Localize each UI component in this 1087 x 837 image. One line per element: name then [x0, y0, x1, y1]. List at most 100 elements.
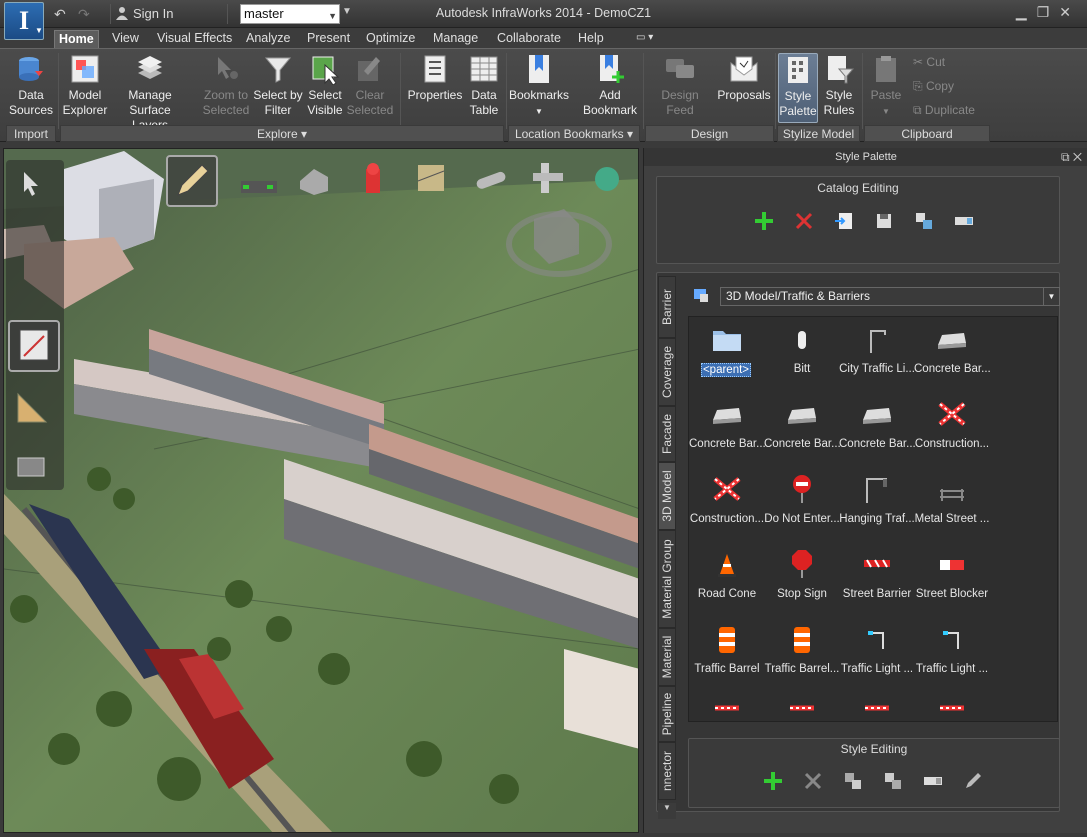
- tab-pipeline[interactable]: Pipeline: [658, 686, 676, 742]
- measure-tool-button[interactable]: [8, 320, 60, 372]
- style-item[interactable]: Construction...: [914, 392, 989, 467]
- close-icon[interactable]: ✕: [1059, 4, 1081, 20]
- tab-coverage[interactable]: Coverage: [658, 338, 676, 406]
- cut-button[interactable]: ✂ Cut: [913, 55, 945, 69]
- close-icon[interactable]: ⧉ ✕: [1061, 148, 1082, 166]
- panel-location-bookmarks[interactable]: Location Bookmarks ▾: [508, 125, 640, 142]
- copy-button[interactable]: ⎘ Copy: [913, 79, 954, 94]
- data-sources-button[interactable]: Data Sources: [8, 53, 54, 118]
- undo-icon[interactable]: ↶: [54, 5, 66, 23]
- zoom-to-selected-button[interactable]: Zoom to Selected: [200, 53, 252, 118]
- delete-style-icon[interactable]: [803, 771, 823, 791]
- coverage-tool-icon[interactable]: [414, 161, 450, 200]
- road-tool-icon[interactable]: [239, 163, 279, 202]
- save-icon[interactable]: [874, 211, 894, 231]
- style-rules-button[interactable]: Style Rules: [820, 53, 858, 118]
- style-item[interactable]: Street Blocker: [914, 542, 988, 617]
- tab-present[interactable]: Present: [303, 30, 354, 48]
- duplicate-style-icon[interactable]: [883, 771, 903, 791]
- style-item[interactable]: Concrete Bar...: [764, 392, 840, 467]
- tab-collaborate[interactable]: Collaborate: [493, 30, 565, 48]
- style-item[interactable]: Traffic Light ...: [914, 617, 988, 692]
- style-item[interactable]: Street Barrier: [839, 542, 913, 617]
- style-item[interactable]: Do Not Enter...: [764, 467, 840, 542]
- restore-icon[interactable]: ❐: [1037, 4, 1060, 20]
- properties-button[interactable]: Properties: [406, 53, 464, 103]
- redo-icon[interactable]: ↷: [78, 5, 90, 23]
- style-item[interactable]: Stop Sign: [764, 542, 838, 617]
- style-item[interactable]: <parent>: [689, 317, 763, 392]
- style-item[interactable]: Construction...: [689, 467, 764, 542]
- style-item[interactable]: Traffic Barrel: [689, 617, 763, 692]
- sign-in-button[interactable]: Sign In: [110, 4, 228, 24]
- style-item[interactable]: Hanging Traf...: [839, 467, 915, 542]
- tab-analyze[interactable]: Analyze: [242, 30, 294, 48]
- tab-visual-effects[interactable]: Visual Effects: [153, 30, 236, 48]
- category-select[interactable]: 3D Model/Traffic & Barriers ▼: [720, 287, 1060, 306]
- tab-facade[interactable]: Facade: [658, 406, 676, 462]
- fire-hydrant-icon[interactable]: [356, 161, 392, 204]
- tab-view[interactable]: View: [108, 30, 143, 48]
- tab-optimize[interactable]: Optimize: [362, 30, 419, 48]
- rename-icon[interactable]: [954, 211, 974, 231]
- model-explorer-button[interactable]: Model Explorer: [62, 53, 108, 118]
- style-item[interactable]: Traffic Light ...: [839, 617, 913, 692]
- add-style-icon[interactable]: [763, 771, 783, 791]
- minimize-icon[interactable]: ▁: [1016, 4, 1037, 20]
- triangle-ruler-icon[interactable]: [14, 390, 50, 429]
- sketch-tool-button[interactable]: [166, 155, 218, 207]
- add-bookmark-button[interactable]: Add Bookmark: [580, 53, 640, 118]
- tab-home[interactable]: Home: [54, 30, 99, 48]
- clear-selected-button[interactable]: Clear Selected: [346, 53, 394, 118]
- duplicate-button[interactable]: ⧉ Duplicate: [913, 103, 975, 118]
- tab-material-group[interactable]: Material Group: [658, 530, 676, 628]
- style-item[interactable]: City Traffic Li...: [839, 317, 915, 392]
- tab-manage[interactable]: Manage: [429, 30, 482, 48]
- style-item-partial[interactable]: [914, 692, 988, 721]
- paste-button[interactable]: Paste ▼: [866, 53, 906, 119]
- import-icon[interactable]: [834, 211, 854, 231]
- pipeline-tool-icon[interactable]: [472, 163, 512, 202]
- display-icon[interactable]: [14, 452, 50, 485]
- style-item-partial[interactable]: [689, 692, 763, 721]
- edit-style-icon[interactable]: [963, 771, 983, 791]
- style-item[interactable]: Road Cone: [689, 542, 763, 617]
- proposals-button[interactable]: Proposals: [716, 53, 772, 103]
- 3d-viewport[interactable]: [3, 148, 639, 833]
- style-item[interactable]: Bitt: [764, 317, 838, 392]
- pipe-connector-icon[interactable]: [529, 159, 569, 202]
- delete-icon[interactable]: [794, 211, 814, 231]
- data-table-button[interactable]: Data Table: [466, 53, 502, 118]
- style-palette-button[interactable]: Style Palette: [778, 53, 818, 123]
- green-tool-icon[interactable]: [589, 161, 625, 200]
- ribbon-options-icon[interactable]: ▭ ▾: [632, 30, 657, 48]
- tabs-scroll-down-icon[interactable]: ▼: [658, 803, 676, 819]
- style-item[interactable]: Metal Street ...: [914, 467, 989, 542]
- style-item[interactable]: Concrete Bar...: [914, 317, 990, 392]
- style-item-partial[interactable]: [839, 692, 913, 721]
- style-item[interactable]: Concrete Bar...: [839, 392, 915, 467]
- app-menu-button[interactable]: I ▼: [4, 2, 44, 40]
- add-icon[interactable]: [754, 211, 774, 231]
- select-visible-button[interactable]: Select Visible: [304, 53, 346, 118]
- style-item-partial[interactable]: [764, 692, 838, 721]
- select-by-filter-button[interactable]: Select by Filter: [253, 53, 303, 118]
- copy-style-icon[interactable]: [914, 211, 934, 231]
- tab-help[interactable]: Help: [574, 30, 608, 48]
- building-tool-icon[interactable]: [296, 161, 332, 200]
- bookmarks-button[interactable]: Bookmarks ▼: [508, 53, 570, 119]
- tab-3d-model[interactable]: 3D Model: [658, 462, 676, 530]
- style-item[interactable]: Concrete Bar...: [689, 392, 765, 467]
- panel-explore[interactable]: Explore ▾: [60, 125, 504, 142]
- rename-style-icon[interactable]: [923, 771, 943, 791]
- design-feed-button[interactable]: Design Feed: [646, 53, 714, 118]
- copy-style-icon[interactable]: [843, 771, 863, 791]
- proposal-menu-icon[interactable]: ▼: [342, 6, 352, 17]
- select-tool-icon[interactable]: [16, 168, 46, 201]
- tab-connector[interactable]: nnector: [658, 742, 676, 800]
- style-item[interactable]: Traffic Barrel...: [764, 617, 839, 692]
- tab-barrier[interactable]: Barrier: [658, 276, 676, 338]
- catalog-browse-icon[interactable]: [692, 286, 712, 306]
- manage-surface-layers-button[interactable]: ManageSurface Layers: [110, 53, 190, 133]
- proposal-select[interactable]: master ▼: [240, 4, 340, 24]
